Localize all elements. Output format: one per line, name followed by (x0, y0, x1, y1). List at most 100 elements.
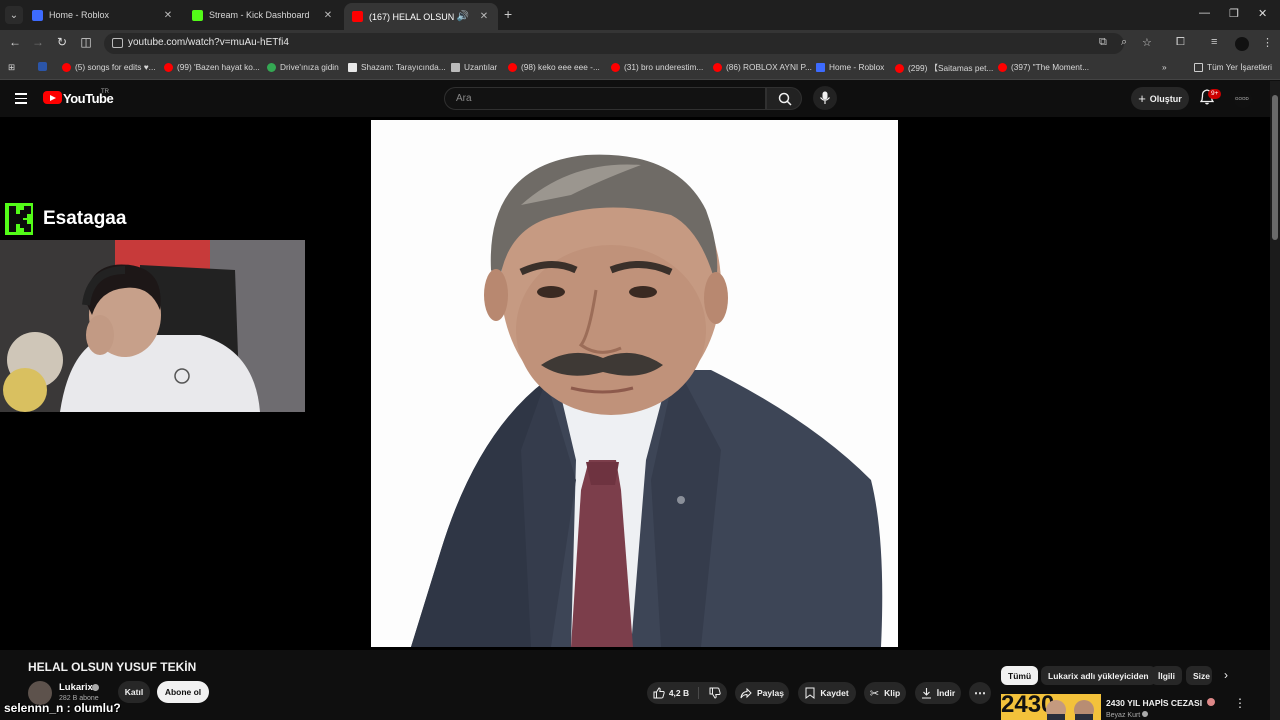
streamer-name: Esatagaa (43, 208, 127, 229)
close-icon[interactable]: ✕ (476, 11, 492, 22)
browser-toolbar: ← → ↻ ◫ youtube.com/watch?v=muAu-hETfi4 … (0, 30, 1280, 57)
youtube-icon (713, 62, 722, 72)
bookmark-item[interactable]: Uzantılar (451, 62, 497, 72)
folder-icon (1194, 62, 1203, 72)
country-code: TR (101, 89, 109, 95)
chip-from-uploader[interactable]: Lukarix adlı yükleyiciden (1041, 666, 1156, 685)
video-frame-portrait (371, 120, 898, 647)
create-label: Oluştur (1149, 93, 1182, 104)
share-icon (740, 687, 752, 698)
notification-badge: 9+ (1208, 89, 1222, 99)
tab-roblox[interactable]: Home - Roblox ✕ (24, 3, 182, 27)
clip-button[interactable]: ✂ Klip (864, 682, 906, 704)
verified-icon (1142, 711, 1149, 717)
extensions-icon[interactable]: ⧠ (1176, 36, 1185, 49)
bookmark-item[interactable]: (86) ROBLOX AYNI P... (713, 62, 812, 72)
apps-icon[interactable]: ⊞ (8, 62, 15, 72)
download-icon (921, 688, 931, 699)
recommended-title[interactable]: 2430 YIL HAPİS CEZASI (1106, 698, 1216, 708)
man-in-suit-image (411, 154, 883, 647)
cast-icon[interactable]: ⧉ (1099, 36, 1107, 49)
bookmark-a-icon[interactable] (38, 62, 51, 71)
youtube-icon (164, 62, 173, 72)
media-icon[interactable]: ≡ (1211, 36, 1217, 48)
speaker-icon[interactable]: 🔊 (456, 11, 470, 22)
chip-for-you[interactable]: Size (1186, 666, 1212, 685)
thumbs-down-icon[interactable] (709, 687, 721, 699)
minimize-icon[interactable]: — (1199, 7, 1210, 19)
voice-search-button[interactable] (813, 86, 837, 110)
video-info-section: HELAL OLSUN YUSUF TEKİN Lukarix 282 B ab… (0, 650, 1270, 720)
youtube-icon (62, 62, 71, 72)
like-count: 4,2 B (668, 688, 690, 698)
bookmark-item[interactable]: Shazam: Tarayıcında... (348, 62, 446, 72)
channel-name[interactable]: Lukarix (59, 682, 93, 693)
recommended-thumbnail[interactable]: 2430 (1001, 694, 1101, 720)
forward-icon[interactable]: → (29, 35, 47, 49)
chip-related[interactable]: İlgili (1151, 666, 1182, 685)
thumbnail-faces-image (1046, 700, 1094, 720)
bookmark-item[interactable]: (5) songs for edits ♥... (62, 62, 156, 72)
more-actions-icon[interactable]: ⋯ (969, 682, 991, 704)
bookmark-item[interactable]: (98) keko eee eee -... (508, 62, 600, 72)
video-player[interactable]: Esatagaa (0, 117, 1270, 650)
search-icon (778, 92, 792, 106)
star-icon[interactable]: ☆ (1142, 36, 1152, 49)
url-text[interactable]: youtube.com/watch?v=muAu-hETfi4 (128, 37, 289, 48)
bookmark-item[interactable]: Drive'ınıza gidin (267, 62, 339, 72)
shazam-icon (348, 62, 357, 72)
kick-logo-icon (5, 203, 33, 235)
window-close-icon[interactable]: ✕ (1258, 7, 1267, 20)
close-icon[interactable]: ✕ (320, 10, 336, 21)
drive-icon (267, 62, 276, 72)
join-button[interactable]: Katıl (118, 681, 150, 703)
kick-icon (192, 9, 203, 21)
subscribe-button[interactable]: Abone ol (157, 681, 209, 703)
scrollbar-thumb[interactable] (1272, 95, 1278, 240)
like-button[interactable]: 4,2 B (653, 687, 700, 699)
chevron-right-icon[interactable]: » (1162, 62, 1167, 72)
share-button[interactable]: Paylaş (735, 682, 789, 704)
menu-icon[interactable] (15, 93, 27, 107)
search-button[interactable] (766, 87, 802, 110)
site-info-icon[interactable] (112, 38, 123, 48)
account-avatar[interactable]: GOOD (1234, 90, 1252, 108)
chip-all[interactable]: Tümü (1001, 666, 1039, 685)
chevron-right-icon[interactable]: › (1224, 668, 1228, 682)
profile-icon[interactable] (1235, 37, 1249, 51)
new-tab-button[interactable]: + (504, 6, 512, 22)
split-view-icon[interactable]: ◫ (77, 35, 95, 49)
reload-icon[interactable]: ↻ (53, 35, 71, 49)
tab-kick[interactable]: Stream - Kick Dashboard ✕ (184, 3, 342, 27)
microphone-icon (820, 91, 830, 104)
bookmark-icon (805, 687, 815, 699)
close-icon[interactable]: ✕ (160, 10, 176, 21)
chat-overlay-message: selennn_n : olumlu? (4, 701, 121, 715)
tab-title: (167) HELAL OLSUN YUSUF (369, 11, 456, 22)
bookmark-item[interactable]: (99) 'Bazen hayat ko... (164, 62, 260, 72)
youtube-logo-icon[interactable] (43, 91, 62, 104)
more-options-icon[interactable]: ⋮ (1234, 696, 1246, 710)
search-input[interactable]: Ara (444, 87, 766, 110)
save-button[interactable]: Kaydet (798, 682, 856, 704)
menu-icon[interactable]: ⋮ (1262, 36, 1273, 49)
tab-youtube[interactable]: (167) HELAL OLSUN YUSUF 🔊 ✕ (344, 3, 498, 30)
bookmark-item[interactable]: (31) bro underestim... (611, 62, 703, 72)
bookmark-item[interactable]: Home - Roblox (816, 62, 884, 72)
youtube-header: YouTube TR Ara + Oluştur GOOD (0, 81, 1270, 117)
all-bookmarks[interactable]: Tüm Yer İşaretleri (1194, 62, 1272, 72)
download-button[interactable]: İndir (915, 682, 961, 704)
emoji-icon (1207, 698, 1216, 706)
puzzle-icon (451, 62, 460, 72)
address-bar[interactable]: youtube.com/watch?v=muAu-hETfi4 (104, 33, 1124, 54)
maximize-icon[interactable]: ❐ (1229, 7, 1239, 20)
bookmark-item[interactable]: (397) "The Moment... (998, 62, 1089, 72)
page-scrollbar[interactable] (1270, 81, 1280, 720)
bookmark-item[interactable]: (299) 【Saitamas pet... (895, 62, 993, 74)
zoom-icon[interactable]: ⌕ (1121, 36, 1127, 49)
tab-search-icon[interactable]: ⌄ (5, 6, 23, 24)
back-icon[interactable]: ← (6, 35, 24, 49)
youtube-icon (611, 62, 620, 72)
create-button[interactable]: + Oluştur (1131, 87, 1189, 110)
recommended-channel[interactable]: Beyaz Kurt (1106, 711, 1149, 719)
